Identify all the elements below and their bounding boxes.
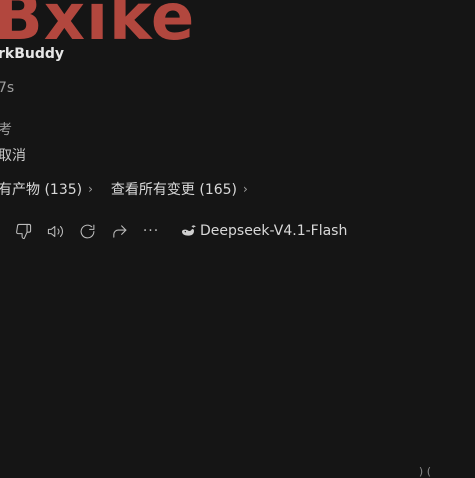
speaker-icon [47, 225, 63, 237]
thumbs-down-icon [15, 223, 31, 239]
artifact-links: 有产物 (135) › 查看所有变更 (165) › [0, 179, 248, 199]
chevron-right-icon: › [88, 182, 93, 196]
response-duration: 7s [0, 80, 15, 96]
more-options-button[interactable]: ··· [142, 222, 160, 240]
message-text-line: 考 [0, 122, 12, 138]
message-toolbar: ··· Deepseek-V4.1-Flash [14, 222, 347, 240]
whale-icon [182, 225, 196, 236]
corner-text: ) ( [418, 465, 431, 478]
view-all-changes-label: 查看所有变更 (165) [110, 182, 238, 198]
dislike-button[interactable] [14, 222, 32, 240]
view-artifacts-link[interactable]: 有产物 (135) › [0, 179, 93, 199]
brand-logo: Bxike [0, 0, 196, 55]
share-icon [112, 224, 126, 238]
message-text-line-cancel: 取消 [0, 148, 26, 164]
model-selector[interactable]: Deepseek-V4.1-Flash [180, 223, 347, 239]
view-artifacts-label: 有产物 (135) [0, 182, 83, 198]
chevron-right-icon: › [243, 182, 248, 196]
read-aloud-button[interactable] [46, 222, 64, 240]
model-name: Deepseek-V4.1-Flash [200, 223, 348, 239]
regenerate-button[interactable] [78, 222, 96, 240]
bot-name: rkBuddy [0, 46, 65, 62]
refresh-icon [80, 224, 94, 238]
view-all-changes-link[interactable]: 查看所有变更 (165) › [111, 179, 248, 199]
share-button[interactable] [110, 222, 128, 240]
